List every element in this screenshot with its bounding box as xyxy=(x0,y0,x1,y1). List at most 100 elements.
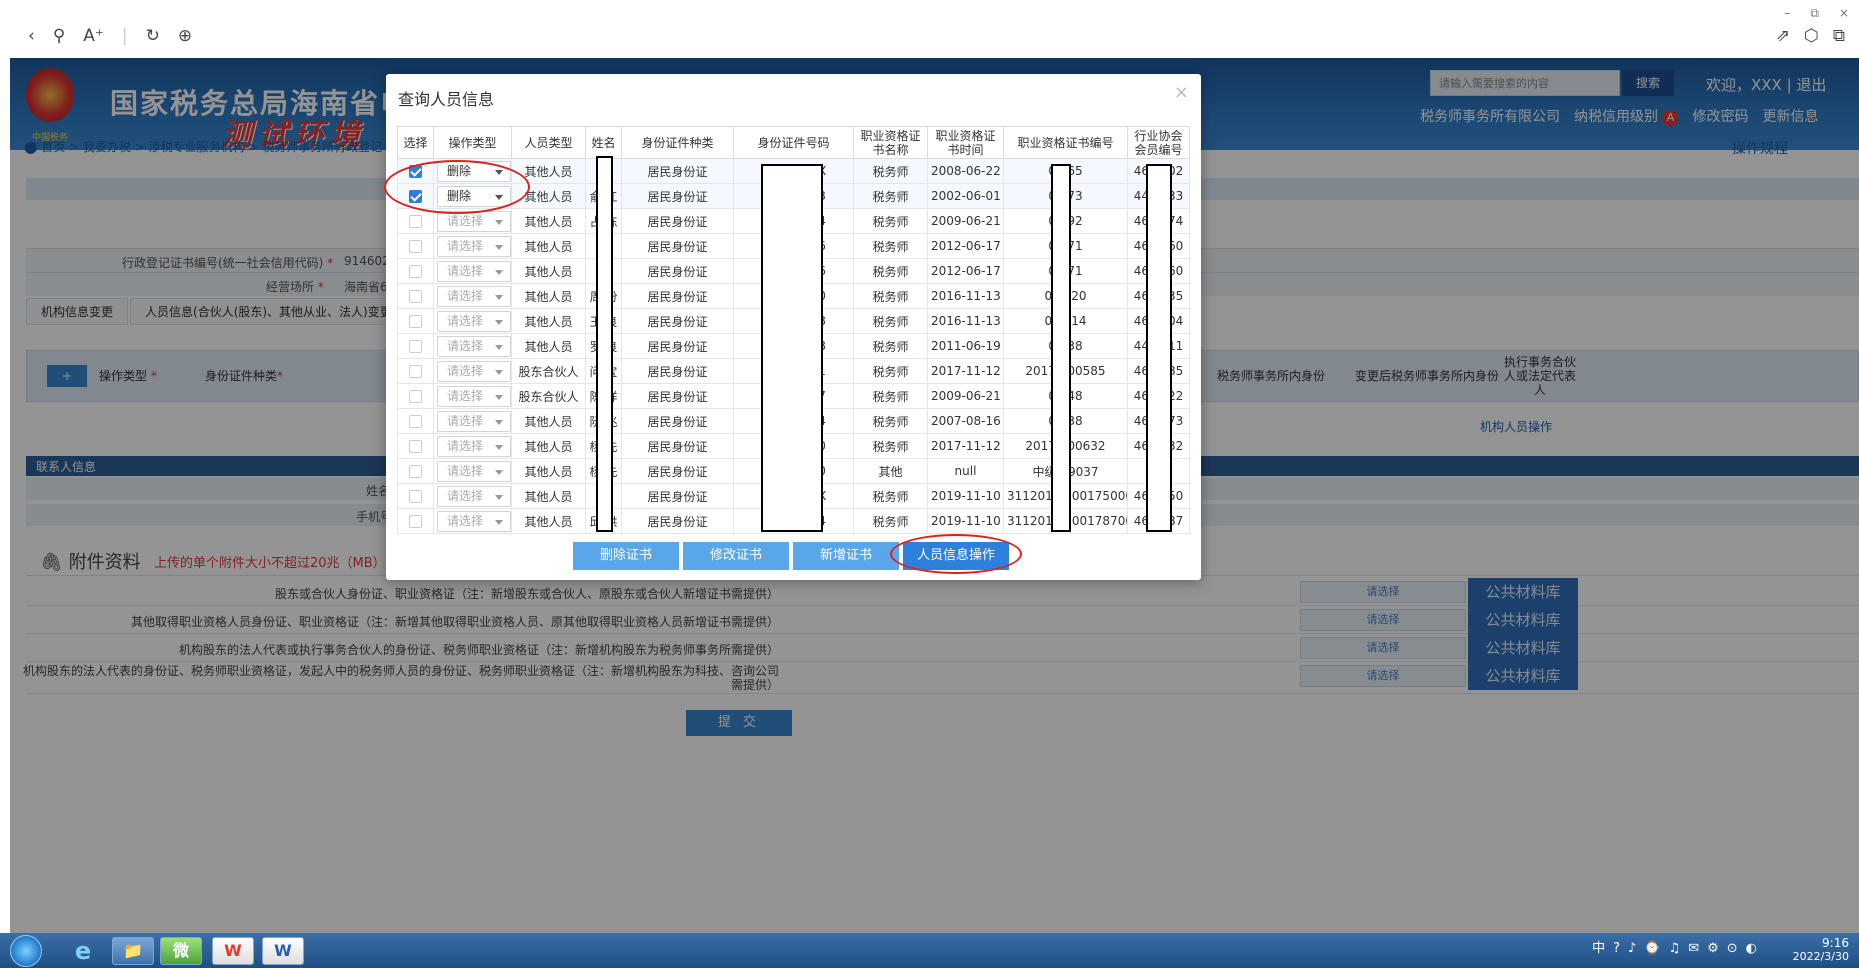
globe-icon[interactable]: ⊕ xyxy=(178,26,192,46)
tray-icon[interactable]: ◐ xyxy=(1746,942,1757,956)
select-cell[interactable] xyxy=(397,208,434,234)
refresh-icon[interactable]: ↻ xyxy=(146,26,160,46)
operation-type-select[interactable]: 请选择 xyxy=(437,435,511,457)
cert-date-cell: 2009-06-21 xyxy=(927,383,1004,409)
person-type-cell: 其他人员 xyxy=(511,233,586,259)
tray-icon[interactable]: 中 xyxy=(1592,942,1605,956)
optype-cell[interactable]: 请选择 xyxy=(433,433,512,459)
cert-date-cell: 2017-11-12 xyxy=(927,358,1004,384)
select-cell[interactable] xyxy=(397,433,434,459)
share-icon[interactable]: ⇗ xyxy=(1776,26,1790,46)
collections-icon[interactable]: ⧉ xyxy=(1833,26,1845,46)
wechat-icon[interactable]: 微 xyxy=(160,937,202,965)
optype-cell[interactable]: 请选择 xyxy=(433,308,512,334)
close-icon[interactable]: × xyxy=(1174,82,1189,103)
cert-name-cell: 税务师 xyxy=(853,158,928,184)
explorer-icon[interactable]: 📁 xyxy=(112,937,154,965)
select-cell[interactable] xyxy=(397,358,434,384)
row-checkbox[interactable] xyxy=(409,490,422,503)
column-header: 身份证件号码 xyxy=(733,126,854,159)
tray-icon[interactable]: ⊙ xyxy=(1727,942,1738,956)
operation-type-select[interactable]: 请选择 xyxy=(437,385,511,407)
row-checkbox[interactable] xyxy=(409,240,422,253)
tray-icon[interactable]: ♪ xyxy=(1628,942,1636,956)
row-checkbox[interactable] xyxy=(409,315,422,328)
read-aloud-icon[interactable]: A⁺ xyxy=(83,26,104,46)
optype-cell[interactable]: 请选择 xyxy=(433,483,512,509)
clock-date: 2022/3/30 xyxy=(1792,950,1849,963)
word-icon[interactable]: W xyxy=(262,937,304,965)
select-cell[interactable] xyxy=(397,483,434,509)
row-checkbox[interactable] xyxy=(409,215,422,228)
operation-type-select[interactable]: 请选择 xyxy=(437,360,511,382)
optype-cell[interactable]: 请选择 xyxy=(433,233,512,259)
select-cell[interactable] xyxy=(397,333,434,359)
add-cert-button[interactable]: 新增证书 xyxy=(793,542,899,570)
row-checkbox[interactable] xyxy=(409,440,422,453)
delete-cert-button[interactable]: 删除证书 xyxy=(573,542,679,570)
cert-name-cell: 税务师 xyxy=(853,408,928,434)
start-button[interactable] xyxy=(10,935,42,967)
minimize-icon[interactable]: – xyxy=(1784,6,1790,21)
id-type-cell: 居民身份证 xyxy=(621,158,734,184)
table-header-row: 选择 操作类型 人员类型 姓名 身份证件种类 身份证件号码 职业资格证书名称 职业资格证书时间… xyxy=(397,126,1190,159)
operation-type-select[interactable]: 请选择 xyxy=(437,260,511,282)
cert-name-cell: 税务师 xyxy=(853,308,928,334)
optype-cell[interactable]: 请选择 xyxy=(433,358,512,384)
edit-cert-button[interactable]: 修改证书 xyxy=(683,542,789,570)
optype-cell[interactable]: 请选择 xyxy=(433,383,512,409)
restore-icon[interactable]: ⧉ xyxy=(1810,6,1819,21)
row-checkbox[interactable] xyxy=(409,415,422,428)
operation-type-select[interactable]: 请选择 xyxy=(437,335,511,357)
row-checkbox[interactable] xyxy=(409,465,422,478)
optype-cell[interactable]: 请选择 xyxy=(433,508,512,534)
column-header: 行业协会会员编号 xyxy=(1127,126,1190,159)
close-window-icon[interactable]: × xyxy=(1839,6,1849,21)
link-icon[interactable]: ⚲ xyxy=(53,26,65,46)
tray-icon[interactable]: ✉ xyxy=(1688,942,1699,956)
tray-icon[interactable]: ♫ xyxy=(1669,942,1681,956)
row-checkbox[interactable] xyxy=(409,265,422,278)
select-cell[interactable] xyxy=(397,283,434,309)
select-cell[interactable] xyxy=(397,508,434,534)
cert-name-cell: 税务师 xyxy=(853,358,928,384)
operation-type-select[interactable]: 请选择 xyxy=(437,485,511,507)
wps-icon[interactable]: W xyxy=(212,937,254,965)
optype-cell[interactable]: 请选择 xyxy=(433,458,512,484)
operation-type-select[interactable]: 请选择 xyxy=(437,460,511,482)
tray-icon[interactable]: ⌚ xyxy=(1644,942,1660,956)
person-type-cell: 股东合伙人 xyxy=(511,358,586,384)
operation-type-select[interactable]: 请选择 xyxy=(437,410,511,432)
operation-type-select[interactable]: 请选择 xyxy=(437,310,511,332)
operation-type-select[interactable]: 请选择 xyxy=(437,510,511,532)
operation-type-select[interactable]: 请选择 xyxy=(437,285,511,307)
select-cell[interactable] xyxy=(397,308,434,334)
id-type-cell: 居民身份证 xyxy=(621,258,734,284)
person-type-cell: 其他人员 xyxy=(511,258,586,284)
optype-cell[interactable]: 请选择 xyxy=(433,258,512,284)
optype-cell[interactable]: 请选择 xyxy=(433,283,512,309)
optype-cell[interactable]: 请选择 xyxy=(433,333,512,359)
select-cell[interactable] xyxy=(397,458,434,484)
back-icon[interactable]: ‹ xyxy=(28,26,35,46)
select-cell[interactable] xyxy=(397,258,434,284)
ie-icon[interactable]: e xyxy=(62,937,104,965)
cert-date-cell: 2009-06-21 xyxy=(927,208,1004,234)
cert-name-cell: 税务师 xyxy=(853,483,928,509)
extensions-icon[interactable]: ⬡ xyxy=(1804,26,1819,46)
system-tray: 中? ♪ ⌚ ♫ ✉ ⚙ ⊙ ◐ 9:16 2022/3/30 xyxy=(1592,936,1849,964)
row-checkbox[interactable] xyxy=(409,390,422,403)
person-type-cell: 其他人员 xyxy=(511,408,586,434)
tray-icon[interactable]: ? xyxy=(1613,942,1620,956)
select-cell[interactable] xyxy=(397,408,434,434)
row-checkbox[interactable] xyxy=(409,290,422,303)
row-checkbox[interactable] xyxy=(409,365,422,378)
row-checkbox[interactable] xyxy=(409,340,422,353)
row-checkbox[interactable] xyxy=(409,515,422,528)
select-cell[interactable] xyxy=(397,383,434,409)
operation-type-select[interactable]: 请选择 xyxy=(437,235,511,257)
select-cell[interactable] xyxy=(397,233,434,259)
optype-cell[interactable]: 请选择 xyxy=(433,408,512,434)
tray-icon[interactable]: ⚙ xyxy=(1707,942,1719,956)
column-header: 人员类型 xyxy=(511,126,586,159)
